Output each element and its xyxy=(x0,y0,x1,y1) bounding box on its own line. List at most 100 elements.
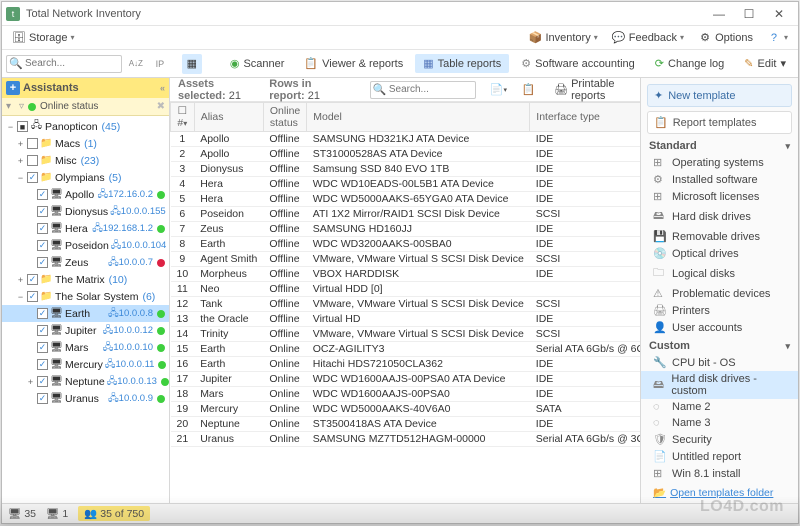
table-row[interactable]: 2ApolloOfflineST31000528AS ATA DeviceIDE… xyxy=(171,147,641,162)
column-header[interactable]: Interface type xyxy=(530,103,640,132)
column-header[interactable]: Model xyxy=(307,103,530,132)
template-item[interactable]: 💿Optical drives xyxy=(641,245,798,262)
disclosure-icon[interactable]: + xyxy=(16,156,25,166)
tree-node[interactable]: 🖥Mercury🖧10.0.0.11 xyxy=(2,356,169,373)
pin-icon[interactable]: ✖ xyxy=(157,101,165,112)
checkbox[interactable] xyxy=(37,376,48,387)
template-item[interactable]: 🔧CPU bit - OS xyxy=(641,354,798,371)
help-button[interactable]: ? ▾ xyxy=(763,29,792,47)
column-header[interactable]: Online status xyxy=(263,103,306,132)
maximize-button[interactable]: ☐ xyxy=(734,3,764,25)
table-row[interactable]: 9Agent SmithOfflineVMware, VMware Virtua… xyxy=(171,252,641,267)
assistant-online-status[interactable]: ▾ ▿ Online status ✖ xyxy=(2,98,169,116)
disclosure-icon[interactable]: − xyxy=(16,292,25,302)
table-row[interactable]: 3DionysusOfflineSamsung SSD 840 EVO 1TBI… xyxy=(171,162,641,177)
table-row[interactable]: 10MorpheusOfflineVBOX HARDDISKIDE101 xyxy=(171,267,641,282)
options-button[interactable]: ⚙ Options xyxy=(694,29,757,47)
template-item[interactable]: 🖴Hard disk drives xyxy=(641,205,798,228)
status-license[interactable]: 👥35 of 750 xyxy=(78,506,150,521)
copy-button[interactable]: 📋 xyxy=(521,80,536,100)
tab-scanner[interactable]: ◉Scanner xyxy=(222,54,293,73)
minimize-button[interactable]: — xyxy=(704,3,734,25)
checkbox[interactable] xyxy=(37,223,48,234)
tree-node[interactable]: −■🖧Panopticon(45) xyxy=(2,118,169,135)
view-toggle-button[interactable]: ▦ xyxy=(182,54,202,74)
checkbox[interactable] xyxy=(27,274,38,285)
table-row[interactable]: 13the OracleOfflineVirtual HDIDE41 xyxy=(171,312,641,327)
printable-reports-button[interactable]: 🖨Printable reports xyxy=(550,78,632,104)
template-item[interactable]: ⊞Operating systems xyxy=(641,154,798,171)
close-button[interactable]: ✕ xyxy=(764,3,794,25)
tree-node[interactable]: 🖥Poseidon🖧10.0.0.104 xyxy=(2,237,169,254)
template-item[interactable]: 🗀Logical disks xyxy=(641,262,798,285)
tree-node[interactable]: −📁Olympians(5) xyxy=(2,169,169,186)
disclosure-icon[interactable]: − xyxy=(16,173,25,183)
template-item[interactable]: 👤User accounts xyxy=(641,319,798,336)
checkbox[interactable] xyxy=(37,189,48,200)
network-tree[interactable]: −■🖧Panopticon(45)+📁Macs(1)+📁Misc(23)−📁Ol… xyxy=(2,116,169,503)
checkbox[interactable] xyxy=(27,291,38,302)
template-item[interactable]: ⊞Win 8.1 install xyxy=(641,465,798,482)
template-item[interactable]: ⊞Microsoft licenses xyxy=(641,188,798,205)
tree-node[interactable]: 🖥Mars🖧10.0.0.10 xyxy=(2,339,169,356)
column-header[interactable]: Alias xyxy=(194,103,263,132)
table-row[interactable]: 19MercuryOnlineWDC WD5000AAKS-40V6A0SATA… xyxy=(171,402,641,417)
tree-node[interactable]: +📁Macs(1) xyxy=(2,135,169,152)
table-row[interactable]: 17JupiterOnlineWDC WD1600AAJS-00PSA0 ATA… xyxy=(171,372,641,387)
tab-changelog[interactable]: ⟳Change log xyxy=(647,54,733,73)
disclosure-icon[interactable]: + xyxy=(16,139,25,149)
checkbox[interactable] xyxy=(37,393,48,404)
sort-az-button[interactable]: A↓Z xyxy=(126,54,146,74)
checkbox[interactable] xyxy=(37,325,48,336)
table-row[interactable]: 6PoseidonOfflineATI 1X2 Mirror/RAID1 SCS… xyxy=(171,207,641,222)
assistants-header[interactable]: + Assistants « xyxy=(2,78,169,98)
table-row[interactable]: 20NeptuneOnlineST3500418AS ATA DeviceIDE… xyxy=(171,417,641,432)
table-row[interactable]: 1ApolloOfflineSAMSUNG HD321KJ ATA Device… xyxy=(171,132,641,147)
checkbox[interactable] xyxy=(37,206,48,217)
checkbox[interactable] xyxy=(37,342,48,353)
checkbox[interactable] xyxy=(37,240,48,251)
table-row[interactable]: 11NeoOfflineVirtual HDD [0]301 xyxy=(171,282,641,297)
disclosure-icon[interactable]: + xyxy=(26,377,35,387)
checkbox[interactable] xyxy=(37,308,48,319)
tab-table-reports[interactable]: ▦Table reports xyxy=(415,54,509,73)
checkbox[interactable]: ■ xyxy=(17,121,28,132)
report-search[interactable]: 🔍 xyxy=(370,81,476,99)
template-item[interactable]: ◌Name 2 xyxy=(641,399,798,415)
feedback-menu[interactable]: 💬 Feedback ▾ xyxy=(608,29,688,47)
tree-node[interactable]: +🖥Neptune🖧10.0.0.13 xyxy=(2,373,169,390)
tree-node[interactable]: +📁Misc(23) xyxy=(2,152,169,169)
table-row[interactable]: 4HeraOfflineWDC WD10EADS-00L5B1 ATA Devi… xyxy=(171,177,641,192)
checkbox[interactable] xyxy=(27,155,38,166)
table-row[interactable]: 21UranusOnlineSAMSUNG MZ7TD512HAGM-00000… xyxy=(171,432,641,447)
tree-search[interactable]: 🔍 xyxy=(6,55,122,73)
checkbox[interactable] xyxy=(37,257,48,268)
open-templates-folder-link[interactable]: 📂Open templates folder xyxy=(641,482,798,503)
template-item[interactable]: 🖴Hard disk drives - custom xyxy=(641,371,798,399)
template-item[interactable]: 🖨Printers xyxy=(641,302,798,319)
report-templates-button[interactable]: 📋Report templates xyxy=(647,111,792,134)
tree-node[interactable]: 🖥Jupiter🖧10.0.0.12 xyxy=(2,322,169,339)
report-table-wrap[interactable]: ☐ #▾AliasOnline statusModelInterface typ… xyxy=(170,102,640,503)
tree-node[interactable]: 🖥Hera🖧192.168.1.2 xyxy=(2,220,169,237)
tab-software[interactable]: ⚙Software accounting xyxy=(513,54,643,73)
tree-node[interactable]: 🖥Apollo🖧172.16.0.2 xyxy=(2,186,169,203)
col-checkbox[interactable]: ☐ #▾ xyxy=(171,103,195,132)
section-custom[interactable]: Custom▾ xyxy=(641,336,798,354)
template-item[interactable]: ◌Name 3 xyxy=(641,415,798,431)
table-row[interactable]: 18MarsOnlineWDC WD1600AAJS-00PSA0IDE1602 xyxy=(171,387,641,402)
tree-node[interactable]: 🖥Uranus🖧10.0.0.9 xyxy=(2,390,169,407)
checkbox[interactable] xyxy=(27,138,38,149)
storage-menu[interactable]: 🗄 Storage ▾ xyxy=(8,29,79,47)
template-item[interactable]: 🛡Security xyxy=(641,431,798,448)
template-item[interactable]: 💾Removable drives xyxy=(641,228,798,245)
disclosure-icon[interactable]: − xyxy=(6,122,15,132)
checkbox[interactable] xyxy=(37,359,48,370)
table-row[interactable]: 7ZeusOfflineSAMSUNG HD160JJIDE1603 xyxy=(171,222,641,237)
table-row[interactable]: 5HeraOfflineWDC WD5000AAKS-65YGA0 ATA De… xyxy=(171,192,641,207)
tree-node[interactable]: 🖥Dionysus🖧10.0.0.155 xyxy=(2,203,169,220)
template-item[interactable]: ⚠Problematic devices xyxy=(641,285,798,302)
template-item[interactable]: ⚙Installed software xyxy=(641,171,798,188)
tab-edit[interactable]: ✎Edit▾ xyxy=(736,54,794,73)
section-standard[interactable]: Standard▾ xyxy=(641,136,798,154)
